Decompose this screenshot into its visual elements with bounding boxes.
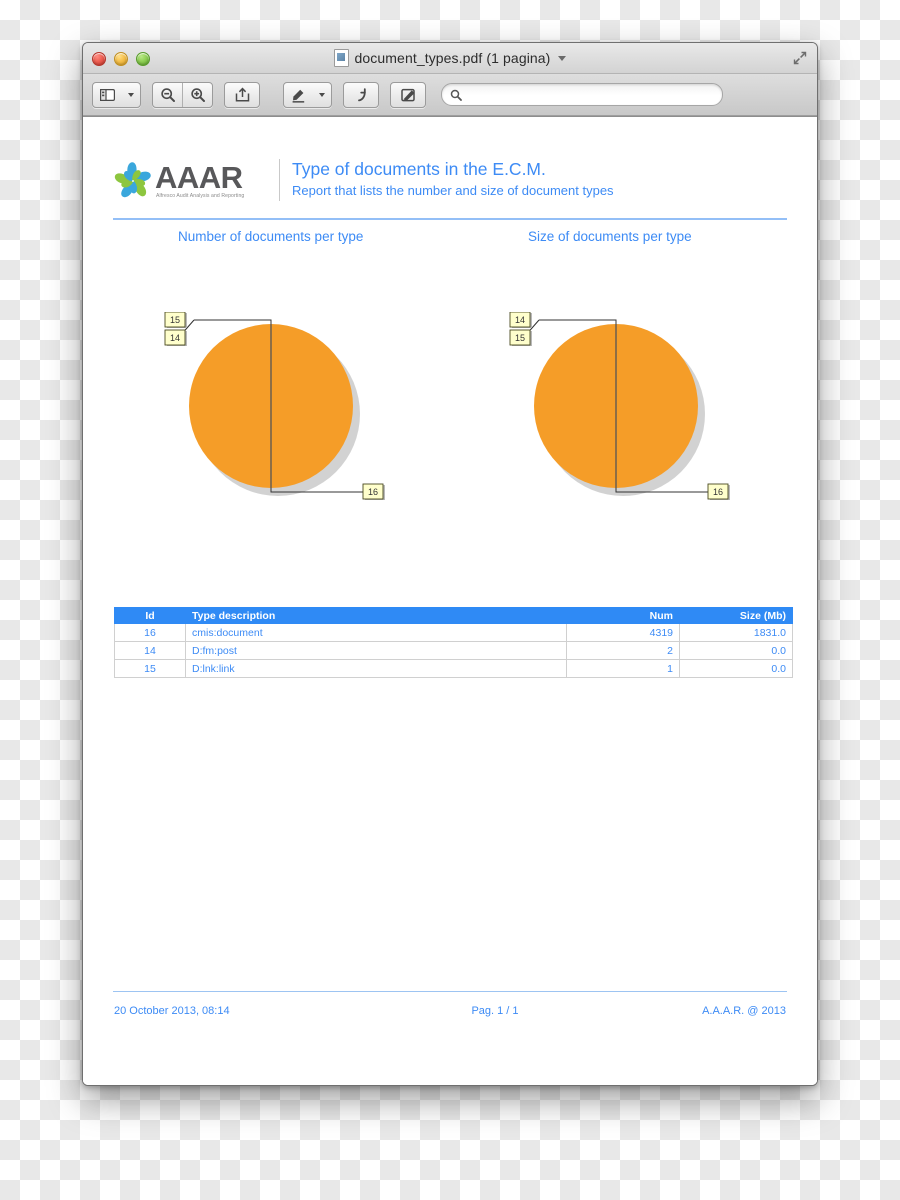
highlighter-icon	[292, 89, 305, 103]
header-divider	[279, 159, 280, 201]
cell-id: 14	[114, 641, 186, 660]
svg-text:16: 16	[713, 487, 723, 497]
cell-desc: D:lnk:link	[185, 659, 567, 678]
zoom-in-icon	[190, 87, 205, 102]
pie-chart-number-of-documents: 15 14 16	[158, 311, 408, 542]
sidebar-toggle-group[interactable]	[92, 81, 141, 108]
zoom-out-button[interactable]	[153, 83, 182, 107]
pie-callout-15: 15	[509, 329, 532, 346]
sidebar-toggle-button[interactable]	[93, 83, 122, 107]
title-dropdown-caret-icon[interactable]	[558, 55, 567, 61]
svg-text:15: 15	[170, 315, 180, 325]
pdf-page: AAAR Alfresco Audit Analysis and Reporti…	[83, 117, 817, 1085]
footer-copyright: A.A.A.R. @ 2013	[702, 1005, 786, 1017]
pie-chart-size-of-documents: 14 15 16	[503, 311, 753, 542]
table-row: 15 D:lnk:link 1 0.0	[114, 659, 793, 678]
footer-date: 20 October 2013, 08:14	[114, 1005, 230, 1017]
chart-title-size: Size of documents per type	[528, 229, 692, 244]
svg-text:14: 14	[515, 315, 525, 325]
column-header-num: Num	[566, 607, 680, 624]
pie-callout-15: 15	[164, 311, 187, 328]
logo-wordmark: AAAR	[155, 160, 243, 196]
table-row: 14 D:fm:post 2 0.0	[114, 641, 793, 660]
logo-tagline: Alfresco Audit Analysis and Reporting	[156, 193, 245, 200]
cell-num: 1	[566, 659, 680, 678]
highlight-button[interactable]	[284, 83, 313, 107]
cell-num: 4319	[566, 623, 680, 642]
window-title: document_types.pdf (1 pagina)	[354, 50, 551, 66]
pdf-document-icon	[333, 49, 349, 67]
column-header-size: Size (Mb)	[679, 607, 793, 624]
window-title-group: document_types.pdf (1 pagina)	[83, 43, 817, 73]
table-row: 16 cmis:document 4319 1831.0	[114, 623, 793, 642]
cell-desc: cmis:document	[185, 623, 567, 642]
pie-callout-14: 14	[164, 329, 187, 346]
pinwheel-flower-logo-icon	[114, 162, 151, 198]
footer-page: Pag. 1 / 1	[471, 1005, 519, 1017]
pie-callout-16: 16	[362, 483, 385, 500]
cell-id: 15	[114, 659, 186, 678]
cell-size: 1831.0	[679, 623, 793, 642]
report-subtitle: Report that lists the number and size of…	[292, 182, 614, 198]
zoom-in-button[interactable]	[183, 83, 212, 107]
preview-window: document_types.pdf (1 pagina) AAAR Alfre…	[82, 42, 818, 1086]
share-button[interactable]	[224, 81, 260, 108]
svg-text:16: 16	[368, 487, 378, 497]
zoom-out-icon	[160, 87, 175, 102]
pie-callout-16: 16	[707, 483, 730, 500]
markup-button[interactable]	[390, 81, 426, 108]
cell-size: 0.0	[679, 641, 793, 660]
report-footer: 20 October 2013, 08:14 Pag. 1 / 1 A.A.A.…	[114, 1005, 786, 1017]
report-title: Type of documents in the E.C.M.	[292, 159, 546, 179]
sidebar-options-button[interactable]	[122, 83, 140, 107]
window-titlebar: document_types.pdf (1 pagina)	[83, 43, 817, 74]
column-header-id: Id	[114, 607, 186, 624]
rotate-left-icon	[358, 87, 366, 101]
search-icon	[450, 89, 462, 101]
chart-titles-row: Number of documents per type Size of doc…	[113, 229, 787, 249]
rotate-button[interactable]	[343, 81, 379, 108]
search-input[interactable]	[441, 83, 723, 106]
pdf-page-view[interactable]: AAAR Alfresco Audit Analysis and Reporti…	[83, 116, 817, 1085]
charts-area: 15 14 16 14 15 16	[113, 311, 787, 542]
zoom-controls-group[interactable]	[152, 81, 213, 108]
report-header: AAAR Alfresco Audit Analysis and Reporti…	[113, 159, 787, 201]
report-title-group: Type of documents in the E.C.M. Report t…	[292, 159, 787, 199]
highlight-group[interactable]	[283, 81, 332, 108]
pie-callout-14: 14	[509, 311, 532, 328]
sidebar-icon	[100, 88, 115, 101]
markup-pen-icon	[400, 88, 415, 101]
window-toolbar	[83, 74, 817, 116]
fullscreen-icon[interactable]	[791, 49, 809, 67]
document-types-table: Id Type description Num Size (Mb) 16 cmi…	[114, 607, 793, 678]
column-header-type: Type description	[185, 607, 567, 624]
cell-num: 2	[566, 641, 680, 660]
table-header-row: Id Type description Num Size (Mb)	[114, 607, 793, 624]
cell-id: 16	[114, 623, 186, 642]
chevron-down-icon	[128, 92, 134, 97]
svg-text:14: 14	[170, 333, 180, 343]
cell-size: 0.0	[679, 659, 793, 678]
aaar-logo: AAAR Alfresco Audit Analysis and Reporti…	[113, 159, 273, 201]
share-icon	[235, 87, 249, 101]
highlight-options-button[interactable]	[313, 83, 331, 107]
footer-rule	[113, 991, 787, 992]
cell-desc: D:fm:post	[185, 641, 567, 660]
header-rule	[113, 218, 787, 220]
svg-text:15: 15	[515, 333, 525, 343]
chevron-down-icon	[319, 92, 325, 97]
chart-title-number: Number of documents per type	[178, 229, 364, 244]
